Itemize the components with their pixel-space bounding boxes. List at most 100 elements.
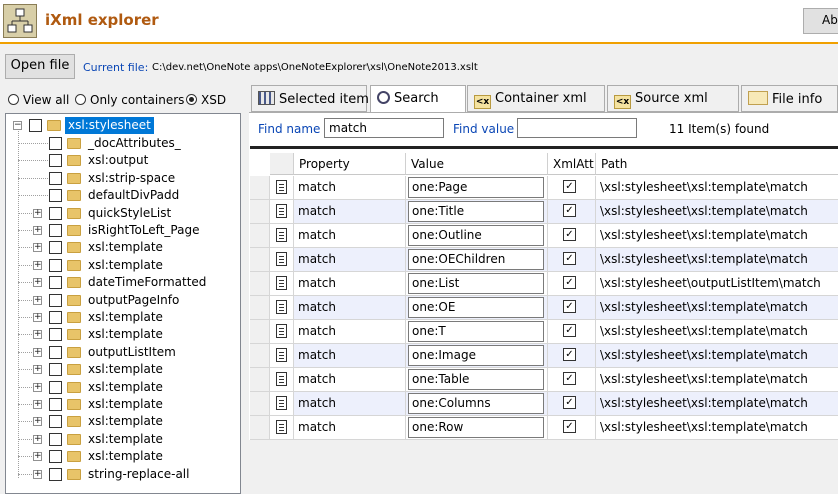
row-doc-cell[interactable] [270,320,294,344]
cell-path[interactable]: \xsl:stylesheet\xsl:template\match [596,344,838,368]
view-all-radio[interactable]: View all [8,93,69,108]
tree-node[interactable]: + string-replace-all [6,466,236,483]
tree-node[interactable]: + outputPageInfo [6,292,236,309]
xmlatt-checkbox[interactable]: ✓ [563,348,576,361]
tree-checkbox[interactable] [49,276,62,290]
cell-path[interactable]: \xsl:stylesheet\xsl:template\match [596,320,838,344]
tree-node[interactable]: + xsl:template [6,239,236,256]
expand-icon[interactable]: + [33,260,42,270]
tree-checkbox[interactable] [49,293,62,307]
table-row[interactable]: match one:Columns ✓ \xsl:stylesheet\xsl:tem… [250,392,838,416]
expand-icon[interactable]: + [33,365,42,375]
expand-icon[interactable]: + [33,295,42,305]
tree-checkbox[interactable] [49,415,62,429]
xmlatt-checkbox[interactable]: ✓ [563,252,576,265]
cell-path[interactable]: \xsl:stylesheet\xsl:template\match [596,416,838,440]
table-row[interactable]: match one:Page ✓ \xsl:stylesheet\xsl:templa… [250,176,838,200]
table-row[interactable]: match one:List ✓ \xsl:stylesheet\outputList… [250,272,838,296]
expand-icon[interactable]: + [33,243,42,253]
cell-xmlatt[interactable]: ✓ [548,368,596,392]
tree-node[interactable]: + isRightToLeft_Page [6,222,236,239]
expand-icon[interactable]: + [33,417,42,427]
row-doc-cell[interactable] [270,200,294,224]
row-selector[interactable] [250,272,270,296]
column-header-path[interactable]: Path [596,153,838,175]
tree-checkbox[interactable] [49,154,62,168]
tree-node[interactable]: xsl:output [6,152,236,169]
cell-value[interactable]: one:OEChildren [406,248,548,272]
tree-checkbox[interactable] [49,171,62,185]
cell-xmlatt[interactable]: ✓ [548,320,596,344]
tab-container-xml[interactable]: <x Container xml [467,85,605,112]
tree-checkbox[interactable] [49,206,62,220]
tree-checkbox[interactable] [49,467,62,481]
cell-value[interactable]: one:Columns [406,392,548,416]
tree-checkbox[interactable] [49,241,62,255]
column-header-xmlatt[interactable]: XmlAtt [548,153,596,175]
table-row[interactable]: match one:Outline ✓ \xsl:stylesheet\xsl:tem… [250,224,838,248]
tree-root-node[interactable]: − xsl:stylesheet [6,117,236,134]
tree-node[interactable]: + xsl:template [6,396,236,413]
tree-node[interactable]: xsl:strip-space [6,170,236,187]
xmlatt-checkbox[interactable]: ✓ [563,204,576,217]
tree-checkbox[interactable] [49,137,62,150]
row-selector[interactable] [250,200,270,224]
row-doc-cell[interactable] [270,296,294,320]
row-selector[interactable] [250,248,270,272]
cell-xmlatt[interactable]: ✓ [548,272,596,296]
tree-checkbox[interactable] [49,363,62,377]
cell-value[interactable]: one:Table [406,368,548,392]
value-textbox[interactable]: one:Row [408,417,544,438]
cell-property[interactable]: match [294,392,406,416]
table-row[interactable]: match one:OEChildren ✓ \xsl:stylesheet\xsl:… [250,248,838,272]
tree-checkbox[interactable] [49,432,62,446]
tree-node[interactable]: _docAttributes_ [6,135,236,152]
cell-property[interactable]: match [294,368,406,392]
row-selector[interactable] [250,176,270,200]
collapse-icon[interactable]: − [13,121,22,130]
row-doc-cell[interactable] [270,224,294,248]
cell-value[interactable]: one:T [406,320,548,344]
cell-xmlatt[interactable]: ✓ [548,392,596,416]
tab-file-info[interactable]: File info [741,85,838,112]
column-header-value[interactable]: Value [406,153,548,175]
expand-icon[interactable]: + [33,382,42,392]
cell-xmlatt[interactable]: ✓ [548,248,596,272]
table-row[interactable]: match one:Table ✓ \xsl:stylesheet\xsl:templ… [250,368,838,392]
cell-property[interactable]: match [294,200,406,224]
table-row[interactable]: match one:Image ✓ \xsl:stylesheet\xsl:templ… [250,344,838,368]
cell-xmlatt[interactable]: ✓ [548,344,596,368]
cell-xmlatt[interactable]: ✓ [548,224,596,248]
value-textbox[interactable]: one:Table [408,369,544,390]
tree-checkbox[interactable] [49,380,62,394]
tree-checkbox[interactable] [49,450,62,464]
cell-value[interactable]: one:Outline [406,224,548,248]
value-textbox[interactable]: one:OE [408,297,544,318]
value-textbox[interactable]: one:Columns [408,393,544,414]
row-doc-cell[interactable] [270,368,294,392]
cell-xmlatt[interactable]: ✓ [548,296,596,320]
tree-checkbox[interactable] [49,398,62,411]
value-textbox[interactable]: one:List [408,273,544,294]
value-textbox[interactable]: one:Outline [408,225,544,246]
row-selector[interactable] [250,416,270,440]
xmlatt-checkbox[interactable]: ✓ [563,300,576,313]
tree-node[interactable]: + xsl:template [6,326,236,343]
tab-source-xml[interactable]: <x Source xml [607,85,739,112]
table-row[interactable]: match one:T ✓ \xsl:stylesheet\xsl:template\… [250,320,838,344]
cell-value[interactable]: one:Row [406,416,548,440]
cell-property[interactable]: match [294,272,406,296]
only-containers-radio[interactable]: Only containers [75,93,184,108]
tree-checkbox[interactable] [49,189,62,203]
xmlatt-checkbox[interactable]: ✓ [563,228,576,241]
cell-property[interactable]: match [294,176,406,200]
row-doc-cell[interactable] [270,176,294,200]
cell-property[interactable]: match [294,320,406,344]
cell-value[interactable]: one:Title [406,200,548,224]
tree-node[interactable]: + xsl:template [6,413,236,430]
cell-path[interactable]: \xsl:stylesheet\xsl:template\match [596,224,838,248]
tree-node[interactable]: + xsl:template [6,431,236,448]
tree-checkbox[interactable] [49,345,62,359]
row-doc-cell[interactable] [270,272,294,296]
value-textbox[interactable]: one:Page [408,177,544,198]
